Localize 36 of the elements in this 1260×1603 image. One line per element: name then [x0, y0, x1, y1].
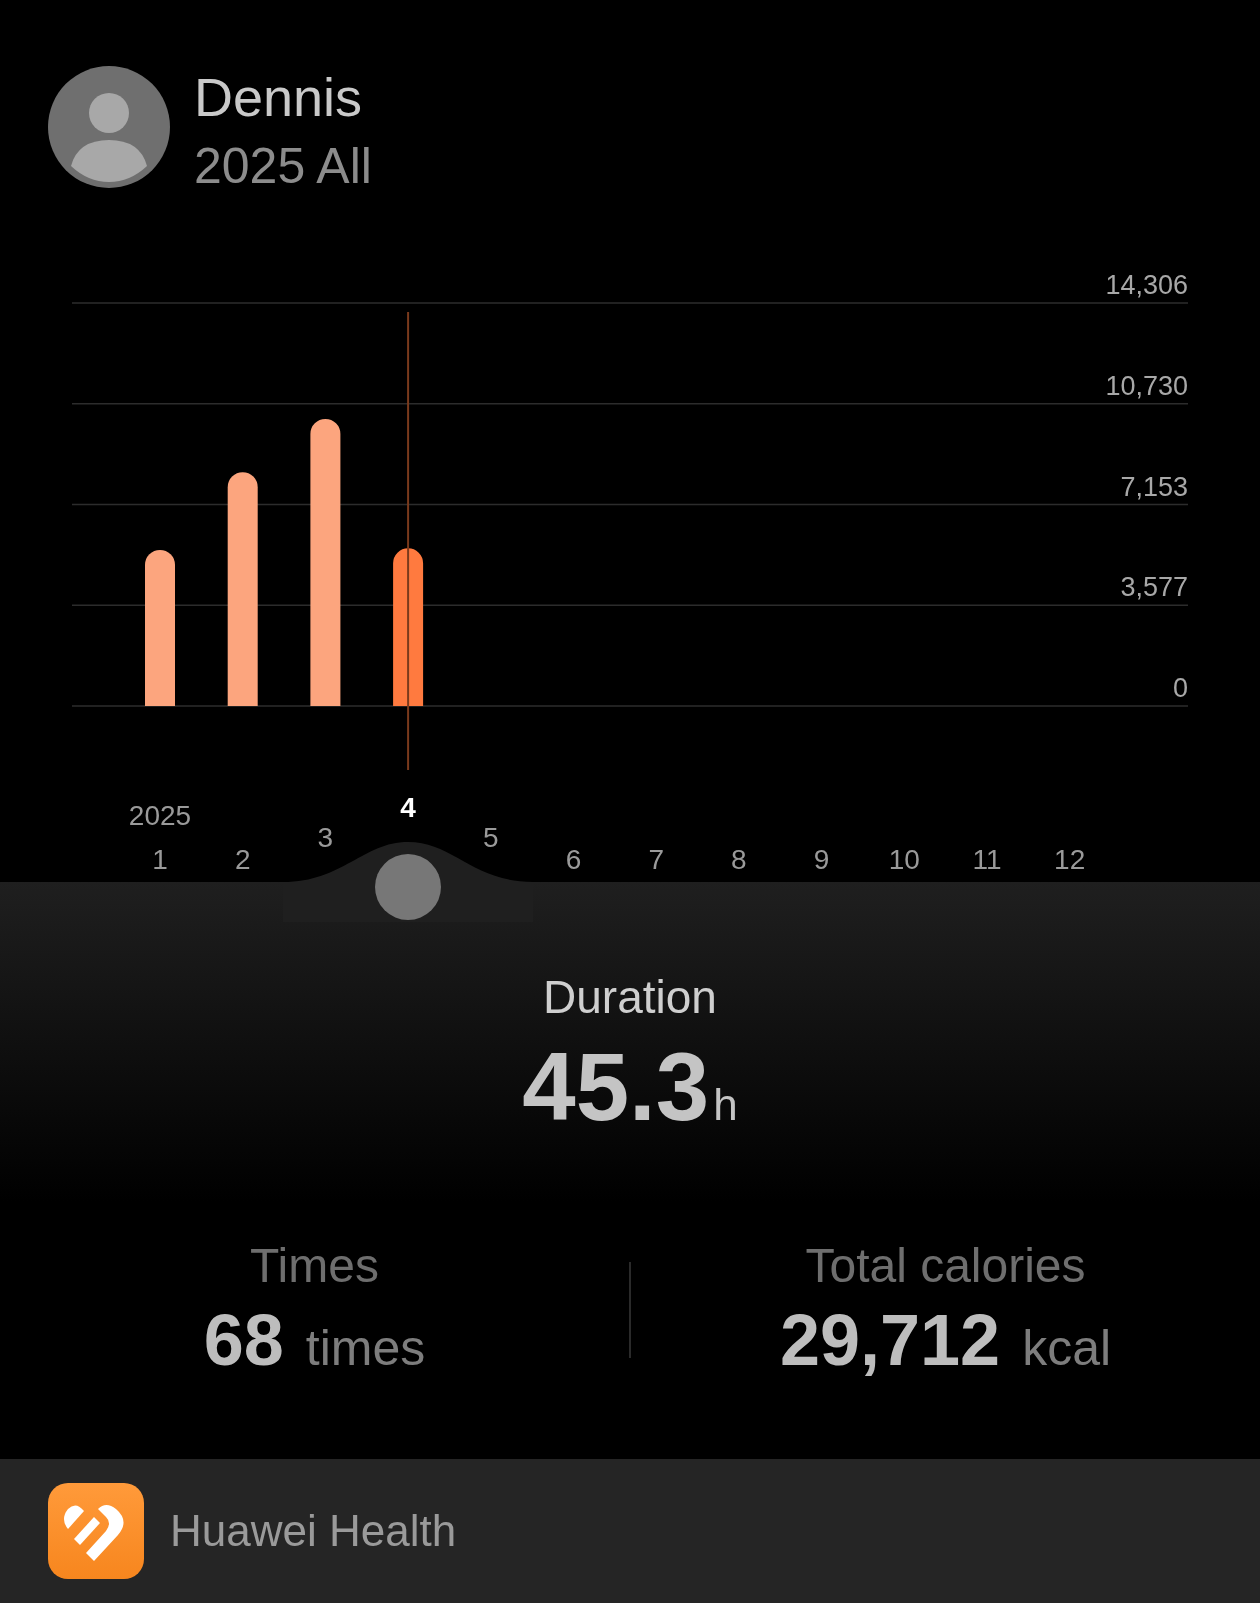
month-tab[interactable]: 3: [317, 822, 334, 853]
month-tab[interactable]: 11: [972, 844, 1002, 875]
month-tab[interactable]: 10: [888, 844, 920, 875]
avatar-icon: [48, 66, 170, 188]
month-tab[interactable]: 12: [1054, 844, 1086, 875]
stat-label: Times: [250, 1238, 379, 1293]
stat-value: 68: [203, 1299, 284, 1381]
bar[interactable]: [393, 548, 424, 706]
month-tab[interactable]: 8: [731, 844, 747, 875]
app-icon: [48, 1483, 144, 1579]
stat-unit: times: [305, 1319, 426, 1377]
y-tick-label: 14,306: [1105, 270, 1188, 300]
month-tab[interactable]: 1: [152, 844, 168, 875]
y-tick-label: 3,577: [1120, 572, 1188, 603]
month-tab[interactable]: 9: [813, 844, 830, 875]
month-tab[interactable]: 2: [234, 844, 251, 875]
bar[interactable]: [227, 472, 258, 706]
stat-label: Total calories: [805, 1238, 1086, 1293]
y-tick-label: 10,730: [1105, 370, 1188, 401]
month-tab[interactable]: 5: [483, 822, 499, 853]
month-tab[interactable]: 6: [565, 844, 582, 875]
y-tick-label: 7,153: [1120, 471, 1188, 502]
year-label: 2025: [128, 800, 192, 831]
app-name: Huawei Health: [170, 1506, 457, 1556]
stat-value: 29,712: [779, 1299, 1001, 1381]
stat-unit: kcal: [1022, 1319, 1112, 1377]
month-tab[interactable]: 7: [648, 844, 664, 875]
duration-unit: h: [713, 1080, 738, 1130]
y-tick-label: 0: [1172, 673, 1188, 703]
period-label: 2025 All: [194, 137, 372, 196]
bar[interactable]: [310, 419, 341, 706]
month-tab[interactable]: 4: [400, 792, 416, 823]
duration-value: 45.3: [522, 1032, 710, 1142]
bar[interactable]: [145, 549, 175, 706]
duration-label: Duration: [543, 970, 717, 1024]
user-name: Dennis: [194, 66, 364, 128]
